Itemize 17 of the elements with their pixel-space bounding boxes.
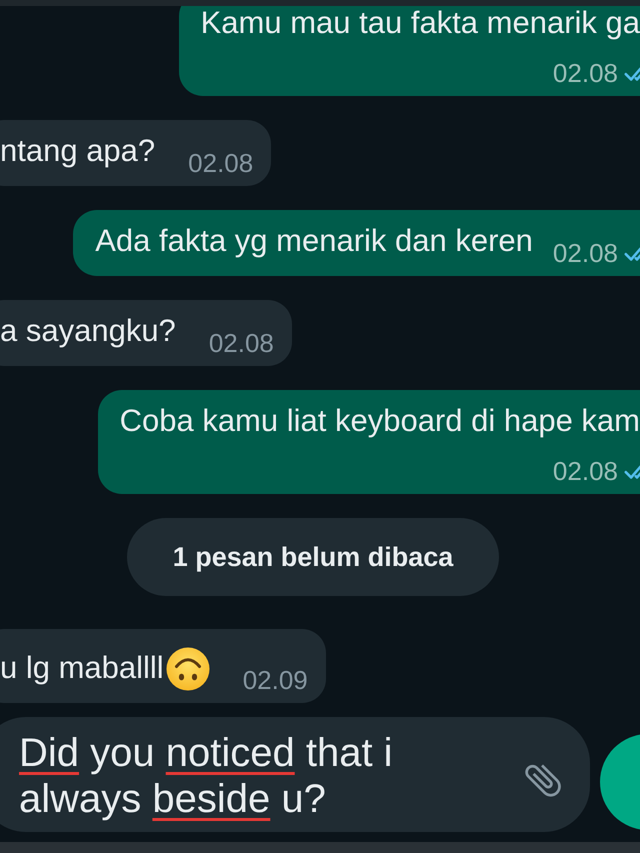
message-time: 02.08 (552, 238, 618, 268)
misspelled-word: beside (152, 777, 270, 821)
message-time: 02.08 (208, 328, 274, 358)
message-text: u lg maballll (0, 651, 164, 685)
unread-messages-banner: 1 pesan belum dibaca (126, 518, 500, 596)
message-time: 02.08 (552, 58, 618, 88)
message-text: Kamu mau tau fakta menarik ga (200, 6, 640, 40)
message-text: Ada fakta yg menarik dan keren (95, 224, 533, 258)
message-text: ntang apa? (0, 134, 156, 168)
misspelled-word: Did (19, 731, 80, 775)
message-time: 02.08 (188, 148, 254, 178)
message-time: 02.08 (552, 456, 618, 486)
message-input-field[interactable]: Did you noticed that i always beside u? (19, 730, 489, 822)
message-time: 02.09 (242, 665, 308, 695)
message-text: Coba kamu liat keyboard di hape kam (120, 404, 640, 438)
message-text: a sayangku? (0, 314, 176, 348)
misspelled-word: noticed (166, 731, 295, 775)
